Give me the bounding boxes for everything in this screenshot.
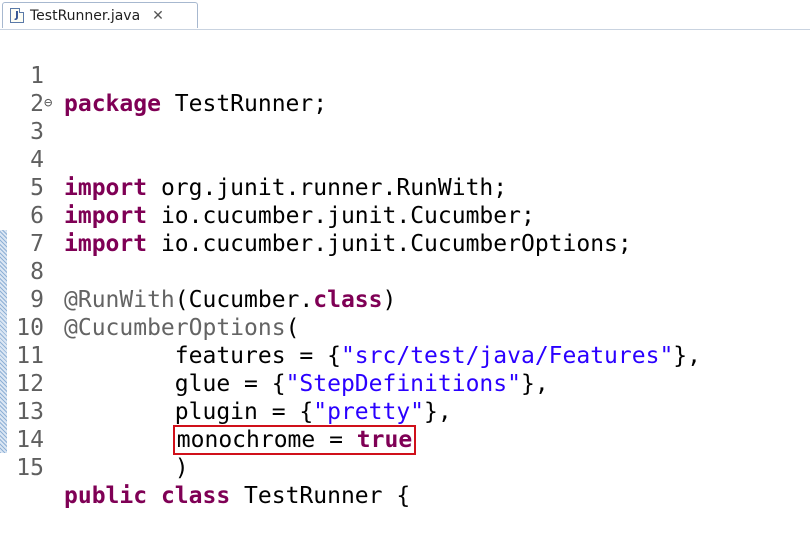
code-fragment: ) bbox=[64, 455, 189, 481]
code-line-8: 8 @RunWith(Cucumber.class) bbox=[0, 230, 810, 313]
code-line-15: 15 public class TestRunner { bbox=[0, 426, 810, 509]
code-line-9: 9 @CucumberOptions( bbox=[0, 258, 810, 341]
java-file-icon: J bbox=[10, 8, 24, 23]
editor-tab-testrunner[interactable]: J TestRunner.java ✕ bbox=[2, 2, 198, 28]
code-line-2: 2 bbox=[0, 62, 810, 117]
code-text: public class TestRunner { bbox=[64, 482, 410, 510]
keyword: class bbox=[147, 483, 231, 509]
code-line-3: 3 ⊖ import org.junit.runner.RunWith; bbox=[0, 90, 810, 201]
code-line-13: 13 monochrome = true bbox=[0, 370, 810, 455]
code-text: ) bbox=[64, 454, 189, 482]
code-line-6: 6 import io.cucumber.junit.CucumberOptio… bbox=[0, 174, 810, 257]
code-line-12: 12 plugin = {"pretty"}, bbox=[0, 342, 810, 425]
code-line-10: 10 features = {"src/test/java/Features"}… bbox=[0, 286, 810, 369]
class-name: TestRunner { bbox=[230, 483, 411, 509]
close-icon[interactable]: ✕ bbox=[152, 8, 164, 24]
code-line-4: 4 bbox=[0, 118, 810, 173]
line-number: 15 bbox=[16, 455, 44, 481]
fold-collapse-icon[interactable]: ⊖ bbox=[44, 90, 52, 116]
keyword: public bbox=[64, 483, 148, 509]
tab-title: TestRunner.java bbox=[30, 7, 141, 24]
code-line-14: 14 ) bbox=[0, 398, 810, 481]
code-line-1: 1 package TestRunner; bbox=[0, 34, 810, 117]
code-editor[interactable]: 1 package TestRunner; 2 3 ⊖ import org.j… bbox=[0, 34, 810, 509]
editor-tab-bar: J TestRunner.java ✕ bbox=[0, 0, 810, 30]
code-line-5: 5 import io.cucumber.junit.Cucumber; bbox=[0, 146, 810, 229]
code-line-7: 7 bbox=[0, 202, 810, 257]
code-line-11: 11 glue = {"StepDefinitions"}, bbox=[0, 314, 810, 397]
